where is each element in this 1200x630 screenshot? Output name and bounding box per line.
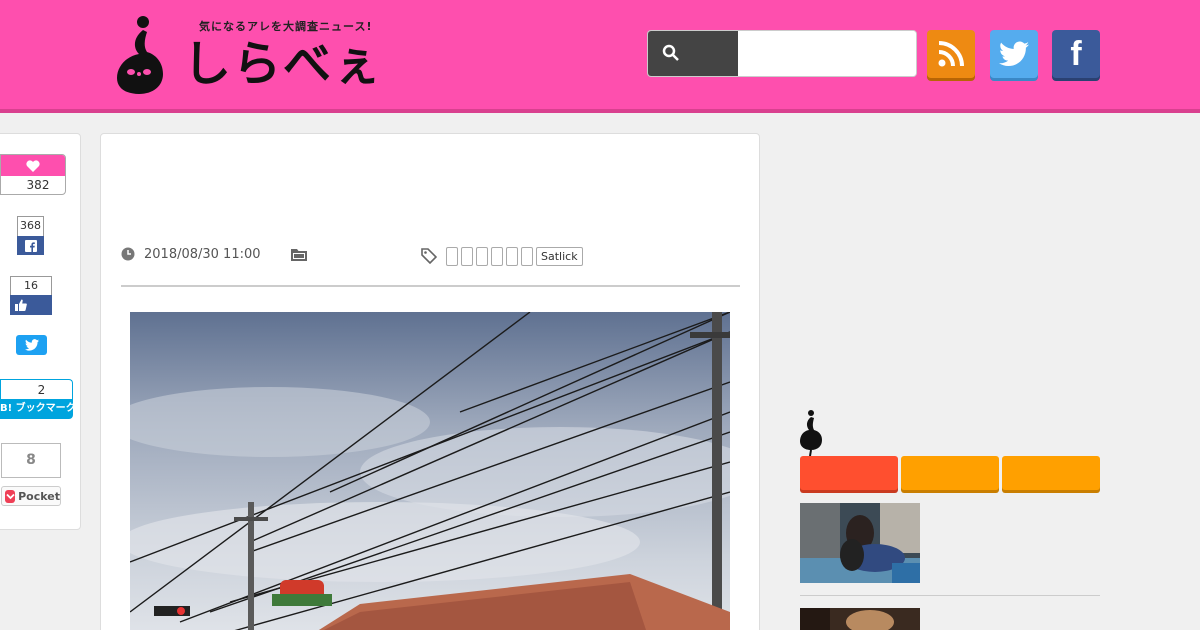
rss-icon	[938, 41, 964, 67]
facebook-like-button[interactable]	[10, 295, 52, 315]
twitter-icon	[999, 41, 1029, 66]
pocket-icon	[5, 489, 16, 503]
tag-list: Satlick	[446, 247, 583, 266]
tag-item[interactable]: Satlick	[536, 247, 583, 266]
rss-button[interactable]	[927, 30, 975, 78]
pocket-label: Pocket	[18, 489, 60, 503]
clock-icon	[121, 247, 135, 261]
article-date: 2018/08/30 11:00	[144, 247, 261, 262]
facebook-icon	[24, 239, 37, 252]
folder-icon	[291, 249, 307, 261]
article-card: 2018/08/30 11:00 Satlick	[100, 133, 760, 630]
twitter-share-button[interactable]	[16, 335, 47, 355]
facebook-share-button[interactable]	[17, 236, 44, 255]
tag-item[interactable]	[476, 247, 488, 266]
pocket-count: 8	[1, 443, 61, 478]
heart-icon-bar	[1, 155, 65, 176]
search-button[interactable]	[648, 31, 738, 76]
article-photo	[130, 312, 730, 630]
sidebar-divider	[800, 595, 1100, 596]
search-icon	[662, 44, 679, 61]
tag-item[interactable]	[446, 247, 458, 266]
heart-icon	[26, 159, 40, 172]
sidebar-tab-1[interactable]	[800, 456, 898, 490]
facebook-like-count: 16	[10, 276, 52, 296]
search-input[interactable]	[738, 31, 916, 76]
tag-icon	[421, 248, 437, 264]
sidebar-tab-3[interactable]	[1002, 456, 1100, 490]
facebook-button[interactable]: f	[1052, 30, 1100, 78]
tag-item[interactable]	[521, 247, 533, 266]
mascot-logo-icon	[117, 16, 163, 94]
tag-item[interactable]	[461, 247, 473, 266]
site-tagline: 気になるアレを大調査ニュース!	[199, 20, 373, 33]
tag-item[interactable]	[491, 247, 503, 266]
like-heart-button[interactable]: 382	[0, 154, 66, 195]
site-logo[interactable]: 気になるアレを大調査ニュース! しらべぇ	[113, 14, 393, 96]
like-count: 382	[26, 178, 50, 192]
logo-wordmark: しらべぇ	[183, 36, 384, 92]
hatena-count: 2	[0, 379, 73, 399]
search-box	[647, 30, 917, 77]
meta-divider	[121, 285, 740, 287]
sidebar-thumbnail[interactable]	[800, 608, 920, 630]
sidebar-mascot-icon	[800, 410, 822, 456]
hatena-bookmark-button[interactable]: B! ブックマーク	[0, 399, 73, 419]
thumbs-up-icon	[15, 299, 27, 311]
article-meta: 2018/08/30 11:00 Satlick	[121, 245, 741, 275]
sidebar-thumbnail[interactable]	[800, 503, 920, 583]
twitter-icon	[24, 339, 39, 351]
site-header: 気になるアレを大調査ニュース! しらべぇ f	[0, 0, 1200, 113]
sidebar-tab-2[interactable]	[901, 456, 999, 490]
facebook-icon: f	[1070, 34, 1082, 73]
twitter-button[interactable]	[990, 30, 1038, 78]
tag-item[interactable]	[506, 247, 518, 266]
pocket-button[interactable]: Pocket	[1, 486, 61, 506]
facebook-share-count: 368	[17, 216, 44, 237]
